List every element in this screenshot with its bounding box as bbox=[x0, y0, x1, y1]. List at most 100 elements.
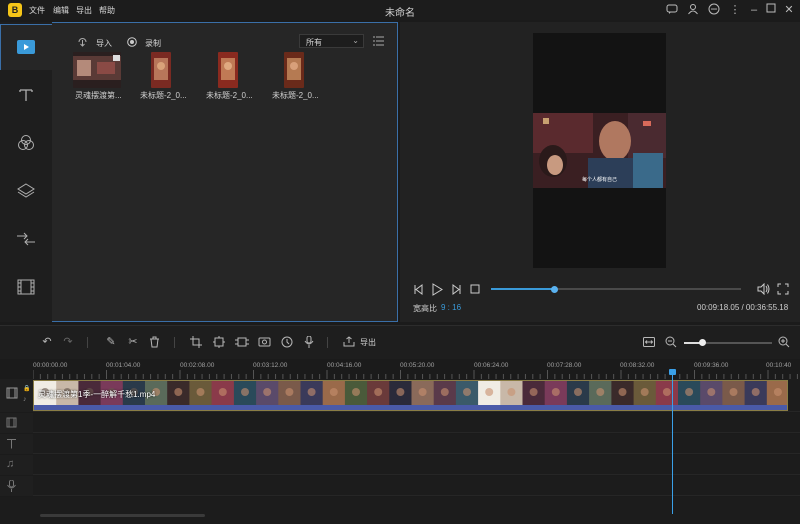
rail-media-button[interactable] bbox=[0, 24, 52, 70]
zoom-in-icon[interactable] bbox=[778, 336, 790, 350]
clip-frame-figure bbox=[352, 388, 360, 396]
filter-icon bbox=[18, 135, 34, 150]
redo-icon[interactable]: ↷ bbox=[61, 335, 75, 349]
play-icon[interactable] bbox=[431, 283, 443, 298]
video-subtitle: 每个人都有自己 bbox=[581, 177, 617, 183]
media-item-label-3: 未标题-2_0... bbox=[272, 91, 319, 100]
timeline-empty-area bbox=[0, 497, 800, 524]
delete-icon[interactable] bbox=[149, 336, 160, 350]
split-icon[interactable]: ✂ bbox=[126, 335, 140, 349]
video-clip[interactable]: 灵魂摆渡第1季-一醉解千愁1.mp4 bbox=[33, 380, 788, 411]
lock-icon[interactable]: 🔒 bbox=[23, 385, 30, 392]
ruler-tick-label: 00:03:12.00 bbox=[253, 362, 288, 369]
export-button[interactable]: 导出 bbox=[360, 337, 376, 348]
clip-frame-figure bbox=[707, 388, 716, 396]
clip-frame-figure bbox=[529, 388, 538, 396]
ruler-tick-label: 00:02:08.00 bbox=[180, 362, 215, 369]
track-head-pip bbox=[0, 413, 33, 433]
media-item-thumb-1[interactable] bbox=[151, 52, 171, 88]
clip-frame-figure bbox=[596, 388, 605, 396]
media-item-thumb-0[interactable] bbox=[73, 52, 121, 88]
clip-frame-figure bbox=[396, 388, 405, 396]
mosaic-icon[interactable] bbox=[213, 336, 225, 350]
media-filter-select[interactable]: 所有 ⌄ bbox=[299, 34, 364, 48]
clip-frame-figure bbox=[440, 388, 449, 396]
more-icon[interactable]: ⋮ bbox=[728, 3, 742, 17]
message-icon[interactable] bbox=[707, 3, 721, 17]
media-item-label-2: 未标题-2_0... bbox=[206, 91, 253, 100]
clip-frame-figure bbox=[241, 388, 249, 396]
playhead[interactable] bbox=[672, 370, 673, 514]
fullscreen-icon[interactable] bbox=[777, 283, 789, 297]
pip-track bbox=[33, 413, 800, 433]
ruler-tick-label: 00:05:20.00 bbox=[400, 362, 435, 369]
next-frame-icon[interactable] bbox=[451, 284, 462, 297]
overlay-icon bbox=[17, 183, 35, 198]
user-icon[interactable] bbox=[686, 3, 700, 17]
media-item-thumb-2[interactable] bbox=[218, 52, 238, 88]
toolbar-divider bbox=[327, 337, 328, 348]
fit-timeline-icon[interactable] bbox=[643, 337, 655, 349]
stop-icon[interactable] bbox=[470, 284, 480, 296]
import-icon[interactable] bbox=[77, 37, 88, 49]
import-button[interactable]: 导入 bbox=[96, 38, 112, 49]
crop-icon[interactable] bbox=[190, 336, 202, 350]
ruler-tick-label: 00:08:32.00 bbox=[620, 362, 655, 369]
zoom-slider-handle[interactable] bbox=[698, 339, 706, 346]
clip-frame-figure bbox=[418, 388, 427, 396]
zoom-slider-track[interactable] bbox=[684, 342, 772, 344]
zoom-out-icon[interactable] bbox=[665, 336, 677, 350]
clip-frame-figure bbox=[174, 388, 183, 396]
clip-label: 灵魂摆渡第1季-一醉解千愁1.mp4 bbox=[38, 390, 156, 399]
rail-element-button[interactable] bbox=[0, 264, 52, 310]
media-item-label-0: 灵魂摆渡第... bbox=[75, 91, 122, 100]
undo-icon[interactable]: ↶ bbox=[40, 335, 54, 349]
maximize-icon[interactable] bbox=[764, 3, 778, 17]
chat-icon[interactable] bbox=[665, 3, 679, 17]
voice-track bbox=[33, 476, 800, 496]
ruler-tick-label: 00:04:16.00 bbox=[327, 362, 362, 369]
track-head-video: 🔒 ♪ bbox=[0, 379, 33, 412]
playback-progress-handle[interactable] bbox=[550, 286, 558, 293]
snapshot-icon[interactable] bbox=[258, 336, 271, 349]
speed-icon[interactable] bbox=[281, 336, 293, 350]
track-head-music: ♫ bbox=[0, 455, 33, 475]
close-icon[interactable]: ✕ bbox=[782, 3, 796, 17]
ruler-tick-label: 00:01:04.00 bbox=[106, 362, 141, 369]
rail-overlay-button[interactable] bbox=[0, 168, 52, 214]
transition-icon bbox=[17, 232, 35, 246]
aspect-ratio-value[interactable]: 9 : 16 bbox=[441, 303, 461, 312]
element-icon bbox=[17, 279, 35, 295]
edit-icon[interactable]: ✎ bbox=[104, 335, 118, 349]
clip-frame-figure bbox=[729, 388, 738, 396]
rail-text-button[interactable] bbox=[0, 72, 52, 118]
minimize-icon[interactable]: – bbox=[747, 3, 761, 17]
prev-frame-icon[interactable] bbox=[413, 284, 424, 297]
track-head-text bbox=[0, 434, 33, 454]
timeline-scrollbar[interactable] bbox=[40, 514, 205, 517]
rail-transition-button[interactable] bbox=[0, 216, 52, 262]
export-icon[interactable] bbox=[343, 336, 355, 349]
playback-progress-track[interactable] bbox=[491, 288, 741, 290]
ruler-tick-label: 00:06:24.00 bbox=[474, 362, 509, 369]
media-item-label-1: 未标题-2_0... bbox=[140, 91, 187, 100]
timeline-toolbar bbox=[0, 325, 800, 359]
playback-progress-fill bbox=[491, 288, 554, 290]
toolbar-divider bbox=[174, 337, 175, 348]
voiceover-icon[interactable] bbox=[304, 335, 314, 350]
record-icon[interactable] bbox=[127, 37, 137, 49]
mute-icon[interactable]: ♪ bbox=[23, 396, 27, 403]
voice-track-icon bbox=[7, 479, 16, 494]
text-track-icon bbox=[6, 438, 17, 451]
record-button[interactable]: 录制 bbox=[145, 38, 161, 49]
volume-icon[interactable] bbox=[757, 282, 770, 297]
clip-frame-figure bbox=[773, 388, 782, 396]
clip-frame-figure bbox=[196, 388, 205, 396]
media-item-thumb-3[interactable] bbox=[284, 52, 304, 88]
freeze-frame-icon[interactable] bbox=[235, 336, 249, 350]
playhead-handle[interactable] bbox=[669, 369, 676, 375]
clip-frame-figure bbox=[285, 388, 294, 396]
aspect-ratio-label: 宽高比 bbox=[413, 304, 437, 313]
rail-filter-button[interactable] bbox=[0, 120, 52, 166]
list-view-icon[interactable] bbox=[373, 36, 384, 48]
